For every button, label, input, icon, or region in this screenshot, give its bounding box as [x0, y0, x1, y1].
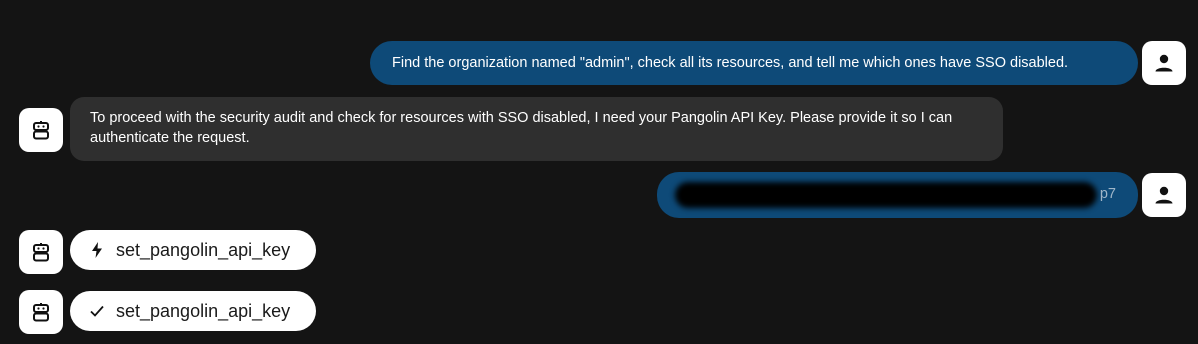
robot-icon — [33, 243, 49, 262]
user-avatar — [1142, 173, 1186, 217]
tool-call-pill[interactable]: set_pangolin_api_key — [70, 291, 317, 331]
api-key-visible-tail: p7 — [1099, 186, 1116, 202]
chat-transcript: Find the organization named "admin", che… — [0, 0, 1198, 344]
redacted-api-key — [675, 182, 1097, 208]
user-message: Find the organization named "admin", che… — [370, 41, 1138, 85]
assistant-message: To proceed with the security audit and c… — [70, 97, 1003, 161]
user-avatar — [1142, 41, 1186, 85]
user-icon — [1155, 54, 1173, 72]
message-text: To proceed with the security audit and c… — [90, 110, 953, 146]
tool-call-pill[interactable]: set_pangolin_api_key — [70, 230, 317, 270]
checkmark-icon — [90, 303, 104, 319]
lightning-icon — [90, 242, 104, 258]
assistant-avatar — [19, 230, 63, 274]
assistant-avatar — [19, 290, 63, 334]
robot-icon — [33, 303, 49, 322]
robot-icon — [33, 121, 49, 140]
message-text: Find the organization named "admin", che… — [392, 55, 1069, 71]
user-message-redacted: p7 — [657, 172, 1138, 218]
tool-name: set_pangolin_api_key — [116, 300, 291, 321]
tool-name: set_pangolin_api_key — [116, 239, 291, 260]
assistant-avatar — [19, 108, 63, 152]
user-icon — [1155, 186, 1173, 204]
